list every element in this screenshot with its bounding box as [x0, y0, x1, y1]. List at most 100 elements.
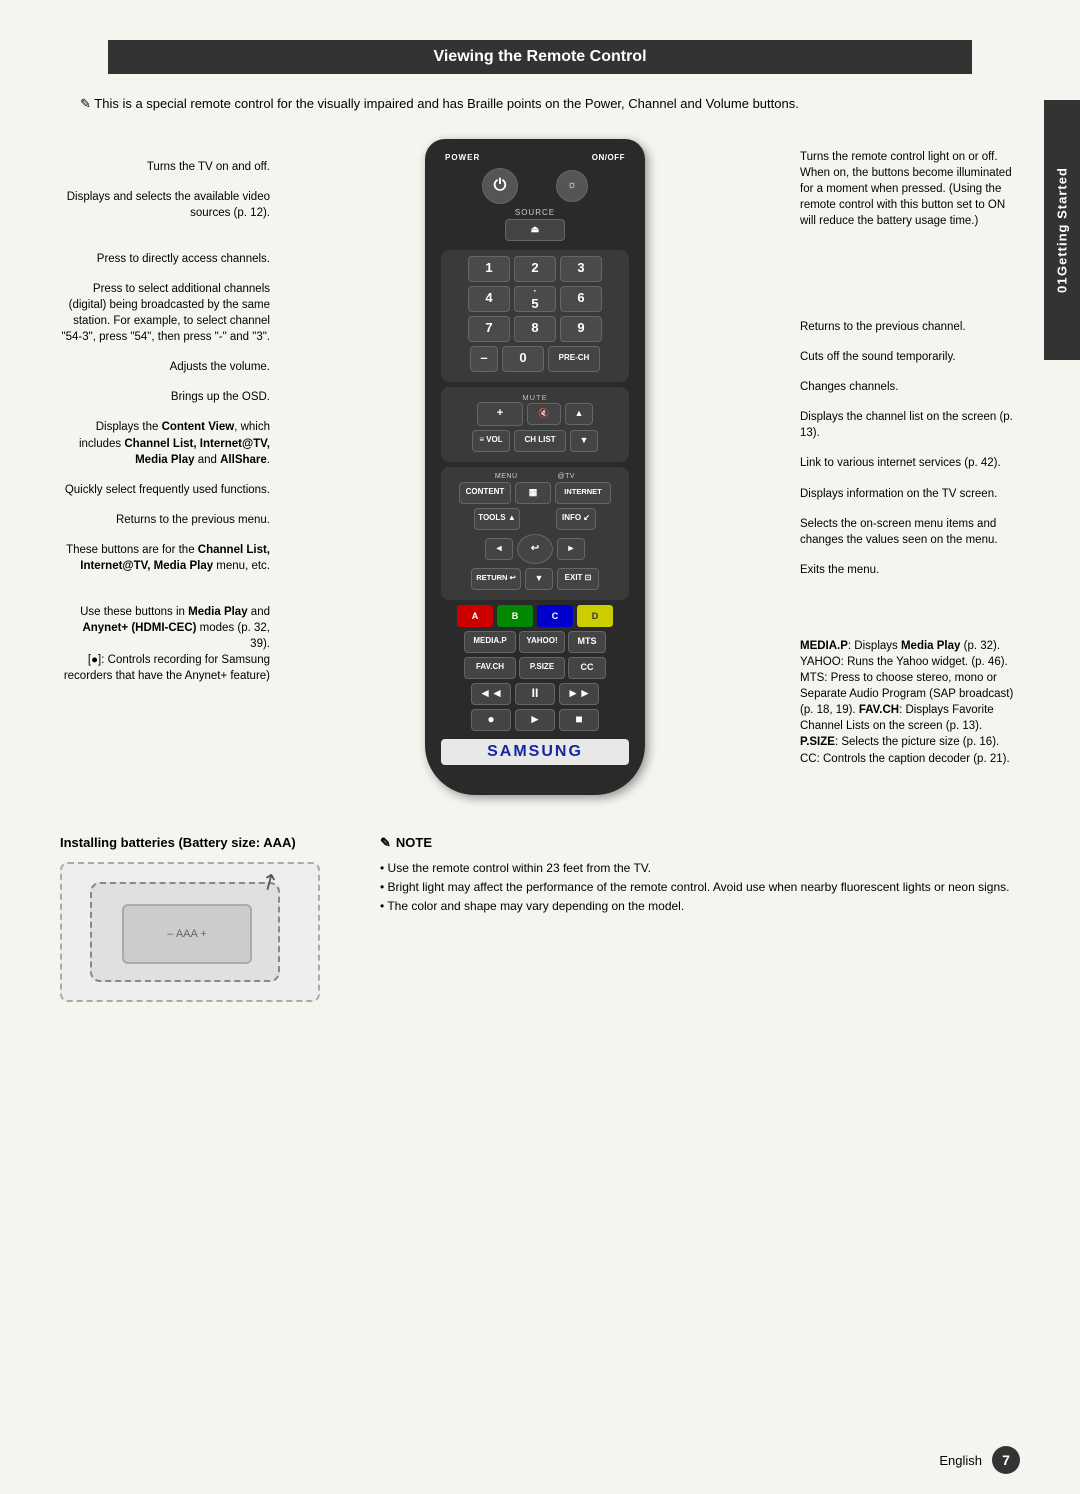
power-row: ⏻ ☼ — [441, 168, 629, 204]
battery-cover: – AAA + ↗ — [90, 882, 280, 982]
psize-button[interactable]: P.SIZE — [519, 657, 565, 679]
button-2[interactable]: 2 — [514, 256, 556, 282]
num-row-4: – 0 PRE-CH — [445, 346, 625, 372]
vol-ch-section: MUTE + 🔇 ▲ ≡ VOL CH LIST ▼ — [441, 387, 629, 462]
yahoo-button[interactable]: YAHOO! — [519, 631, 565, 653]
vol-label-btn: ≡ VOL — [472, 430, 510, 452]
button-b[interactable]: B — [497, 605, 533, 627]
pause-button[interactable]: II — [515, 683, 555, 705]
enter-button[interactable]: ↩ — [517, 534, 553, 564]
vol-ch-row: ≡ VOL CH LIST ▼ — [445, 430, 625, 452]
stop-button[interactable]: ■ — [559, 709, 599, 731]
right-button[interactable]: ► — [557, 538, 585, 560]
source-area: SOURCE ⏏ — [441, 208, 629, 245]
batteries-section: Installing batteries (Battery size: AAA)… — [60, 835, 340, 1002]
mediap-button[interactable]: MEDIA.P — [464, 631, 516, 653]
mute-row: + 🔇 ▲ — [445, 402, 625, 426]
playback-row-1: ◄◄ II ►► — [441, 683, 629, 705]
vol-up-button[interactable]: + — [477, 402, 523, 426]
button-dash[interactable]: – — [470, 346, 498, 372]
battery-diagram: – AAA + ↗ — [60, 862, 320, 1002]
onoff-button[interactable]: ☼ — [556, 170, 588, 202]
chlist-button[interactable]: CH LIST — [514, 430, 566, 452]
samsung-logo: SAMSUNG — [441, 739, 629, 765]
button-4[interactable]: 4 — [468, 286, 510, 312]
label-mediaplay: Use these buttons in Media Play and Anyn… — [60, 604, 270, 684]
playback-row-2: ● ► ■ — [441, 709, 629, 731]
content-row: CONTENT ▦ INTERNET — [445, 482, 625, 504]
left-labels: Turns the TV on and off. Displays and se… — [60, 139, 280, 699]
play-button[interactable]: ► — [515, 709, 555, 731]
ch-down-button[interactable]: ▼ — [570, 430, 598, 452]
remote-container: POWER ON/OFF ⏻ ☼ SOURCE ⏏ — [375, 139, 695, 795]
remote-control: POWER ON/OFF ⏻ ☼ SOURCE ⏏ — [425, 139, 645, 795]
rewind-button[interactable]: ◄◄ — [471, 683, 511, 705]
mute-button[interactable]: 🔇 — [527, 403, 561, 425]
rlabel-prech: Returns to the previous channel. — [800, 319, 1020, 335]
internet-button[interactable]: INTERNET — [555, 482, 611, 504]
rlabel-mute: Cuts off the sound temporarily. — [800, 349, 1020, 365]
button-6[interactable]: 6 — [560, 286, 602, 312]
button-0[interactable]: 0 — [502, 346, 544, 372]
mts-button[interactable]: MTS — [568, 631, 606, 653]
note-item-2: Bright light may affect the performance … — [380, 878, 1020, 897]
content-button[interactable]: CONTENT — [459, 482, 511, 504]
return-button[interactable]: RETURN ↩ — [471, 568, 521, 590]
power-button[interactable]: ⏻ — [482, 168, 518, 204]
note-title: NOTE — [380, 835, 1020, 851]
page-footer: English 7 — [939, 1446, 1020, 1474]
exit-button[interactable]: EXIT ⊡ — [557, 568, 599, 590]
menu-icon-button[interactable]: ▦ — [515, 482, 551, 504]
record-button[interactable]: ● — [471, 709, 511, 731]
ff-button[interactable]: ►► — [559, 683, 599, 705]
button-d[interactable]: D — [577, 605, 613, 627]
label-source: Displays and selects the available video… — [60, 189, 270, 221]
label-osd: Brings up the OSD. — [60, 389, 270, 405]
button-a[interactable]: A — [457, 605, 493, 627]
right-labels: Turns the remote control light on or off… — [790, 139, 1020, 781]
button-9[interactable]: 9 — [560, 316, 602, 342]
button-3[interactable]: 3 — [560, 256, 602, 282]
rlabel-exit: Exits the menu. — [800, 562, 1020, 578]
menu-label-row: MENU @TV — [445, 473, 625, 480]
side-tab-number: 01 — [1055, 276, 1070, 292]
button-1[interactable]: 1 — [468, 256, 510, 282]
numbers-section: 1 2 3 4 · 5 6 7 8 9 – — [441, 250, 629, 382]
media-row-1: MEDIA.P YAHOO! MTS — [441, 631, 629, 653]
source-button[interactable]: ⏏ — [505, 219, 565, 241]
batteries-title: Installing batteries (Battery size: AAA) — [60, 835, 340, 850]
onoff-label: ON/OFF — [592, 153, 625, 162]
power-label: POWER — [445, 153, 480, 162]
note-item-1: Use the remote control within 23 feet fr… — [380, 859, 1020, 878]
tools-button[interactable]: TOOLS ▲ — [474, 508, 520, 530]
side-tab-text: Getting Started — [1055, 167, 1070, 276]
bottom-section: Installing batteries (Battery size: AAA)… — [60, 835, 1020, 1002]
footer-language: English — [939, 1453, 982, 1468]
num-row-2: 4 · 5 6 — [445, 286, 625, 312]
atv-label-text: @TV — [558, 473, 576, 480]
label-tools: Quickly select frequently used functions… — [60, 482, 270, 498]
rlabel-chlist: Displays the channel list on the screen … — [800, 409, 1020, 441]
rlabel-enter: Selects the on-screen menu items and cha… — [800, 516, 1020, 548]
cc-button[interactable]: CC — [568, 657, 606, 679]
button-prech[interactable]: PRE-CH — [548, 346, 600, 372]
nav-section: MENU @TV CONTENT ▦ INTERNET TOOLS ▲ INFO… — [441, 467, 629, 600]
button-5[interactable]: · 5 — [514, 286, 556, 312]
button-7[interactable]: 7 — [468, 316, 510, 342]
info-button[interactable]: INFO ↙ — [556, 508, 596, 530]
button-c[interactable]: C — [537, 605, 573, 627]
section-title: Viewing the Remote Control — [108, 40, 972, 74]
battery-illustration: – AAA + ↗ — [80, 872, 300, 992]
intro-text: This is a special remote control for the… — [60, 94, 1020, 114]
source-label: SOURCE — [505, 208, 565, 217]
return-row: RETURN ↩ ▼ EXIT ⊡ — [445, 568, 625, 590]
button-8[interactable]: 8 — [514, 316, 556, 342]
rlabel-media: MEDIA.P: Displays Media Play (p. 32). YA… — [800, 638, 1020, 767]
favch-button[interactable]: FAV.CH — [464, 657, 516, 679]
rlabel-internet: Link to various internet services (p. 42… — [800, 455, 1020, 471]
side-tab: 01 Getting Started — [1044, 100, 1080, 360]
mute-label: MUTE — [445, 393, 625, 402]
ch-up-button[interactable]: ▲ — [565, 403, 593, 425]
left-button[interactable]: ◄ — [485, 538, 513, 560]
down-button[interactable]: ▼ — [525, 568, 553, 590]
